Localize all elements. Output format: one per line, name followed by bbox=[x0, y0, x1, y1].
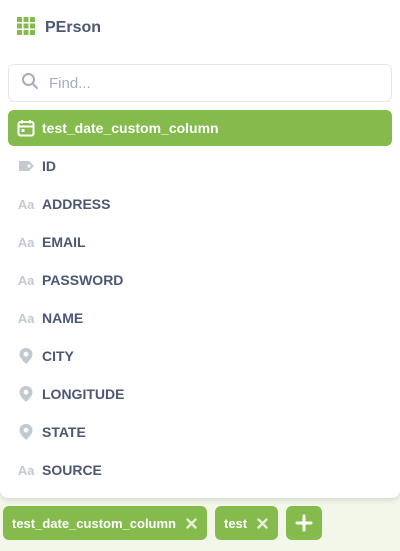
close-icon[interactable] bbox=[186, 517, 197, 529]
column-item-source[interactable]: Aa SOURCE bbox=[8, 452, 392, 488]
text-aa-icon: Aa bbox=[17, 462, 35, 478]
location-pin-icon bbox=[16, 346, 36, 366]
column-item-name[interactable]: Aa NAME bbox=[8, 300, 392, 336]
close-icon[interactable] bbox=[257, 517, 268, 529]
column-item-state[interactable]: STATE bbox=[8, 414, 392, 450]
location-pin-icon bbox=[16, 384, 36, 404]
column-item-longitude[interactable]: LONGITUDE bbox=[8, 376, 392, 412]
text-aa-icon: Aa bbox=[17, 310, 35, 326]
search-box[interactable] bbox=[8, 64, 392, 102]
chip-label: test_date_custom_column bbox=[12, 515, 176, 531]
selected-column-chip[interactable]: test_date_custom_column bbox=[3, 506, 207, 540]
column-item-label: SOURCE bbox=[42, 462, 102, 478]
tag-icon bbox=[16, 156, 36, 176]
column-item-label: STATE bbox=[42, 424, 86, 440]
add-column-button[interactable] bbox=[286, 506, 323, 540]
text-aa-icon: Aa bbox=[17, 272, 35, 288]
search-icon bbox=[21, 72, 39, 95]
column-item-email[interactable]: Aa EMAIL bbox=[8, 224, 392, 260]
column-item-label: test_date_custom_column bbox=[42, 120, 219, 136]
column-picker-popover: PErson test_date_custom_column ID Aa ADDRES… bbox=[0, 0, 400, 498]
search-input[interactable] bbox=[49, 74, 369, 92]
column-item-password[interactable]: Aa PASSWORD bbox=[8, 262, 392, 298]
table-grid-icon bbox=[17, 16, 35, 40]
column-item-label: CITY bbox=[42, 348, 74, 364]
chip-label: test bbox=[224, 515, 248, 531]
column-item-test-date-custom-column[interactable]: test_date_custom_column bbox=[8, 110, 392, 146]
selected-column-chip[interactable]: test bbox=[215, 506, 279, 540]
column-item-label: EMAIL bbox=[42, 234, 86, 250]
text-aa-icon: Aa bbox=[17, 234, 35, 250]
column-item-id[interactable]: ID bbox=[8, 148, 392, 184]
column-item-label: LONGITUDE bbox=[42, 386, 125, 402]
table-header: PErson bbox=[17, 16, 101, 40]
column-item-label: ID bbox=[42, 158, 56, 174]
column-item-city[interactable]: CITY bbox=[8, 338, 392, 374]
selected-columns-bar: test_date_custom_column test bbox=[0, 506, 323, 540]
text-aa-icon: Aa bbox=[17, 196, 35, 212]
column-list: test_date_custom_column ID Aa ADDRESS Aa EMAI… bbox=[8, 110, 392, 490]
calendar-icon bbox=[16, 118, 36, 138]
column-item-label: PASSWORD bbox=[42, 272, 124, 288]
column-item-label: ADDRESS bbox=[42, 196, 111, 212]
table-title: PErson bbox=[45, 19, 102, 36]
location-pin-icon bbox=[16, 422, 36, 442]
plus-icon bbox=[295, 514, 313, 532]
column-item-address[interactable]: Aa ADDRESS bbox=[8, 186, 392, 222]
column-item-label: NAME bbox=[42, 310, 84, 326]
